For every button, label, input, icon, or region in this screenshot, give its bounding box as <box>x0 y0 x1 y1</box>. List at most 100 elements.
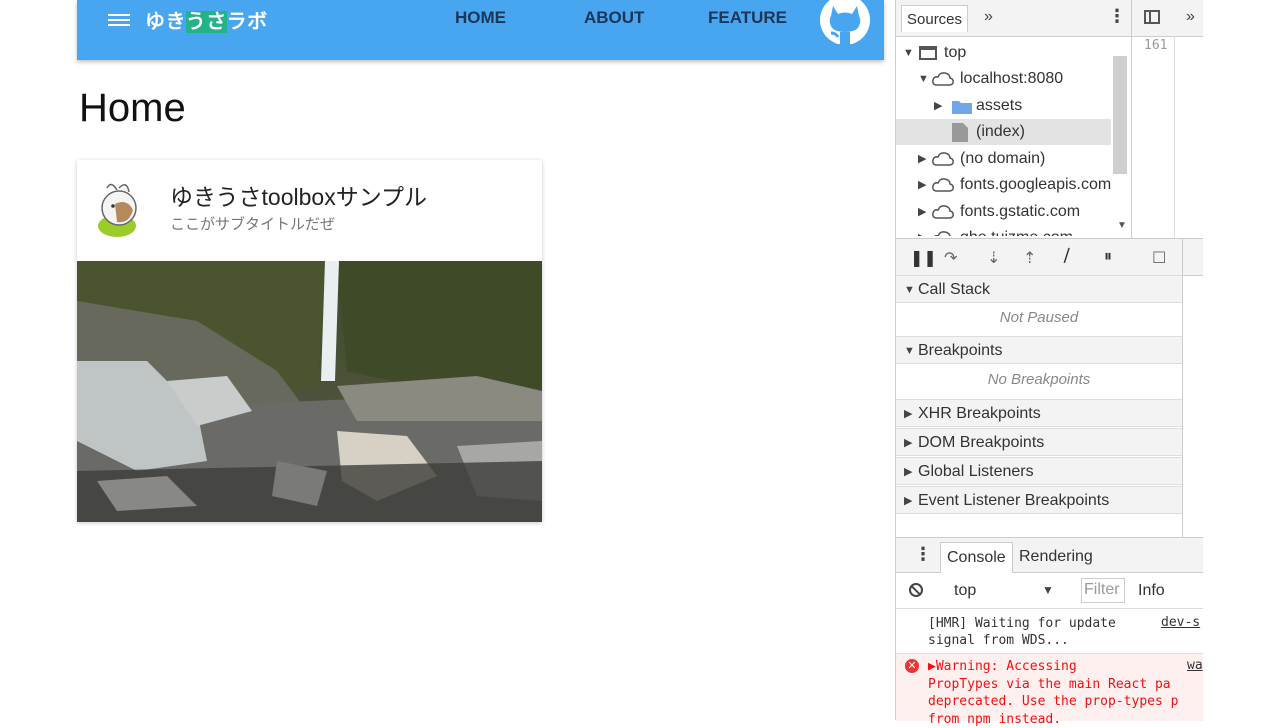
tree-item-no-domain[interactable]: ▶ (no domain) <box>896 146 1111 172</box>
cloud-icon <box>932 205 954 219</box>
github-icon[interactable] <box>819 0 871 44</box>
more-panes-icon[interactable]: » <box>1186 8 1195 26</box>
message-source-link[interactable]: wa <box>1187 658 1203 673</box>
pane-label: XHR Breakpoints <box>918 405 1041 422</box>
tab-rendering[interactable]: Rendering <box>1019 542 1093 572</box>
collapsed-triangle-icon: ▶ <box>934 100 943 112</box>
tree-item-gstatic[interactable]: ▶ fonts.gstatic.com <box>896 199 1111 225</box>
tree-item-label: fonts.gstatic.com <box>960 203 1081 220</box>
tree-item-assets[interactable]: ▶ assets <box>896 93 1111 119</box>
console-toolbar: top ▼ Filter Info <box>896 573 1204 609</box>
nav-feature[interactable]: FEATURE <box>708 8 787 28</box>
message-source-link[interactable]: dev-s <box>1161 615 1200 630</box>
sidebar-divider[interactable] <box>1182 238 1183 538</box>
collapsed-triangle-icon: ▶ <box>904 437 913 449</box>
tree-item-label: localhost:8080 <box>960 70 1064 87</box>
pause-icon[interactable]: ❚❚ <box>910 248 937 268</box>
cloud-icon <box>932 72 954 86</box>
debugger-toolbar: ❚❚ ↷ ⇣ ⇡ ⧸ ⏸ ☐ <box>896 238 1204 276</box>
log-level-select[interactable]: Info <box>1138 582 1165 600</box>
tree-item-top[interactable]: ▼ top <box>896 40 1111 66</box>
drawer-menu-icon[interactable]: ⋮ <box>914 544 932 565</box>
pane-label: Breakpoints <box>918 342 1003 359</box>
expanded-triangle-icon: ▼ <box>904 345 915 357</box>
pane-label: Event Listener Breakpoints <box>918 492 1110 509</box>
page-title: Home <box>79 86 186 130</box>
menu-icon[interactable] <box>108 11 130 29</box>
tree-item-label: (index) <box>976 123 1025 140</box>
debugger-sidebar: ▼ Call Stack Not Paused ▼ Breakpoints No B… <box>896 275 1182 537</box>
collapsed-triangle-icon: ▶ <box>918 225 926 236</box>
error-icon: ✕ <box>905 659 919 673</box>
collapsed-triangle-icon: ▶ <box>904 495 913 507</box>
tree-item-label: fonts.googleapis.com <box>960 176 1111 193</box>
tab-console[interactable]: Console <box>940 542 1013 573</box>
pause-on-exceptions-icon[interactable]: ⏸ <box>1104 248 1112 266</box>
expanded-triangle-icon: ▼ <box>904 284 915 296</box>
pane-event-listener-breakpoints[interactable]: ▶ Event Listener Breakpoints <box>896 486 1182 514</box>
app-title[interactable]: ゆきうさラボ <box>145 5 268 34</box>
pane-call-stack[interactable]: ▼ Call Stack <box>896 275 1182 303</box>
collapsed-triangle-icon: ▶ <box>918 206 927 218</box>
tree-item-partial[interactable]: ▶ ghe.tuizme.com <box>896 225 1111 236</box>
pane-global-listeners[interactable]: ▶ Global Listeners <box>896 457 1182 485</box>
navigator-scrollbar[interactable] <box>1113 56 1127 174</box>
tree-item-index[interactable]: (index) <box>896 119 1111 145</box>
line-number: 161 <box>1144 38 1168 53</box>
breakpoints-status: No Breakpoints <box>987 371 1091 388</box>
nav-about[interactable]: ABOUT <box>584 8 644 28</box>
nav-home[interactable]: HOME <box>455 8 506 28</box>
call-stack-status: Not Paused <box>999 309 1079 326</box>
scroll-down-icon[interactable]: ▼ <box>1117 220 1127 231</box>
message-text: ▶Warning: Accessing PropTypes via the ma… <box>928 659 1179 727</box>
code-editor[interactable]: 161 {} 1 c <box>1132 36 1204 275</box>
drawer-tabbar: ⋮ Console Rendering <box>896 537 1204 573</box>
chevron-down-icon[interactable]: ▼ <box>1042 583 1054 597</box>
pane-breakpoints[interactable]: ▼ Breakpoints <box>896 336 1182 364</box>
console-message-info: [HMR] Waiting for update signal from WDS… <box>896 609 1204 654</box>
pane-label: Global Listeners <box>918 463 1034 480</box>
collapsed-triangle-icon: ▶ <box>918 153 927 165</box>
folder-icon <box>952 101 972 114</box>
waterfall-image <box>77 261 542 522</box>
app-title-cursor-char: さ <box>206 11 227 33</box>
deactivate-breakpoints-icon[interactable]: ⧸ <box>1064 248 1069 266</box>
clear-console-icon[interactable] <box>909 583 923 597</box>
more-tabs-icon[interactable]: » <box>984 8 993 26</box>
pane-label: Call Stack <box>918 281 991 298</box>
tree-item-googleapis[interactable]: ▶ fonts.googleapis.com <box>896 172 1111 198</box>
sample-card: ゆきうさtoolboxサンプル ここがサブタイトルだぜ <box>77 160 542 522</box>
console-message-warning[interactable]: ✕ ▶Warning: Accessing PropTypes via the … <box>896 653 1204 727</box>
step-into-icon[interactable]: ⇣ <box>987 248 1000 268</box>
app-title-start: ゆき <box>145 11 186 33</box>
pane-xhr-breakpoints[interactable]: ▶ XHR Breakpoints <box>896 399 1182 427</box>
filter-input[interactable]: Filter <box>1081 578 1125 603</box>
file-navigator-tree: ▼ top ▼ localhost:8080 ▶ assets (index) … <box>896 38 1111 236</box>
step-out-icon[interactable]: ⇡ <box>1023 248 1036 268</box>
toggle-sidebar-icon[interactable] <box>1144 10 1160 24</box>
file-icon <box>952 123 968 142</box>
pane-label: DOM Breakpoints <box>918 434 1045 451</box>
pane-dom-breakpoints[interactable]: ▶ DOM Breakpoints <box>896 428 1182 456</box>
console-messages: [HMR] Waiting for update signal from WDS… <box>896 609 1204 727</box>
async-checkbox[interactable]: ☐ <box>1152 248 1166 268</box>
tree-item-localhost[interactable]: ▼ localhost:8080 <box>896 66 1111 92</box>
tab-sources[interactable]: Sources <box>901 5 969 32</box>
tree-item-label: top <box>944 44 967 61</box>
card-subtitle: ここがサブタイトルだぜ <box>170 216 336 233</box>
frame-icon <box>919 46 937 60</box>
expanded-triangle-icon: ▼ <box>903 47 914 59</box>
card-title: ゆきうさtoolboxサンプル <box>170 184 428 210</box>
app-bar: ゆきうさラボ HOME ABOUT FEATURE <box>77 0 884 60</box>
tree-item-label: (no domain) <box>960 150 1046 167</box>
right-gutter <box>1203 0 1280 720</box>
more-options-icon[interactable]: ⋮ <box>1108 6 1126 27</box>
devtools-tabbar: Sources » ⋮ » <box>896 0 1204 37</box>
left-gutter <box>0 0 73 720</box>
tree-item-label: assets <box>976 97 1023 114</box>
context-select[interactable]: top <box>954 582 976 600</box>
app-title-end: ラボ <box>226 11 268 33</box>
step-over-icon[interactable]: ↷ <box>944 248 957 268</box>
avatar-rabbit-icon <box>98 183 137 237</box>
collapsed-triangle-icon: ▶ <box>904 408 913 420</box>
